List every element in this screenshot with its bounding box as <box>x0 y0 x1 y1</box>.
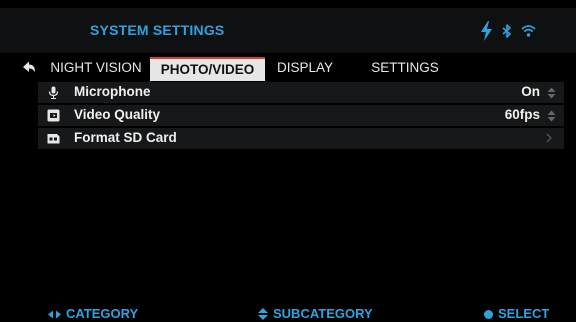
header-bar: SYSTEM SETTINGS <box>0 8 576 53</box>
up-down-arrows-icon <box>258 308 268 320</box>
hint-category-label: CATEGORY <box>66 306 139 321</box>
back-arrow-icon[interactable] <box>22 60 36 74</box>
updown-icon <box>547 110 556 122</box>
hint-subcategory-label: SUBCATEGORY <box>273 306 373 321</box>
setting-value: On <box>521 84 540 99</box>
tab-display[interactable]: DISPLAY <box>272 55 338 81</box>
camera-settings-screen: SYSTEM SETTINGS NIGHT VISION PHOTO/VIDEO… <box>0 0 576 322</box>
page-title: SYSTEM SETTINGS <box>90 22 225 38</box>
left-right-arrows-icon <box>48 310 61 318</box>
bolt-icon <box>481 21 492 41</box>
row-divider <box>38 103 564 104</box>
updown-icon <box>547 87 556 99</box>
bluetooth-icon <box>502 24 511 38</box>
microphone-icon <box>48 86 59 99</box>
chevron-right-icon <box>546 133 552 143</box>
select-dot-icon <box>484 309 493 319</box>
wifi-icon <box>521 25 536 37</box>
tab-settings[interactable]: SETTINGS <box>368 55 442 81</box>
setting-label: Video Quality <box>74 107 161 122</box>
video-quality-icon <box>47 109 60 122</box>
setting-row-format-sd-card[interactable]: Format SD Card <box>38 128 564 149</box>
hint-subcategory: SUBCATEGORY <box>258 306 373 322</box>
hint-category: CATEGORY <box>48 306 138 322</box>
status-icons <box>480 20 536 42</box>
row-divider <box>38 126 564 127</box>
setting-value: 60fps <box>504 107 540 122</box>
setting-label: Microphone <box>74 84 151 99</box>
hint-select-label: SELECT <box>498 306 550 321</box>
setting-row-microphone[interactable]: Microphone On <box>38 82 564 103</box>
sd-card-icon <box>47 134 60 144</box>
tab-night-vision[interactable]: NIGHT VISION <box>48 55 144 81</box>
setting-row-video-quality[interactable]: Video Quality 60fps <box>38 105 564 126</box>
tab-photo-video[interactable]: PHOTO/VIDEO <box>150 57 265 81</box>
hint-select: SELECT <box>484 306 549 322</box>
category-tabs: NIGHT VISION PHOTO/VIDEO DISPLAY SETTING… <box>0 55 576 81</box>
setting-label: Format SD Card <box>74 130 177 145</box>
footer-hints: CATEGORY SUBCATEGORY SELECT <box>0 306 576 322</box>
